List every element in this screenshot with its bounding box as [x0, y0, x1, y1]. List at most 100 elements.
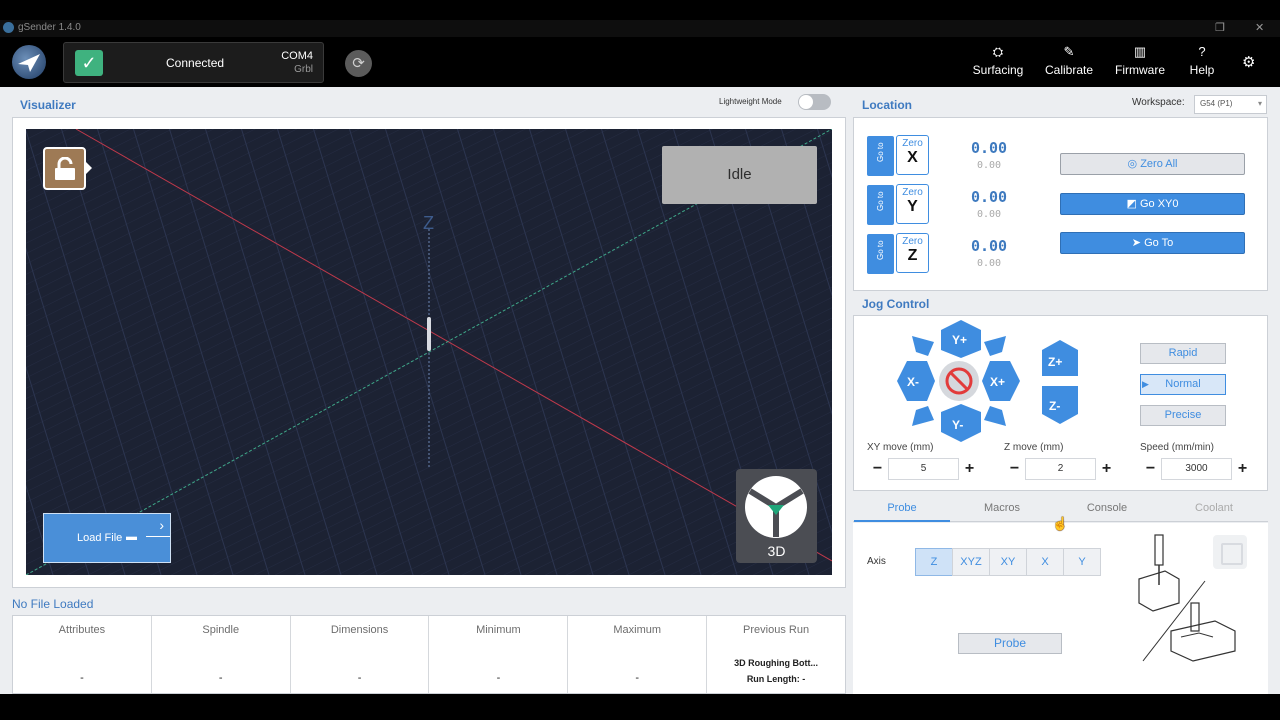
machine-state-badge: Idle [662, 146, 817, 204]
axis-letter: Y [907, 198, 918, 215]
z-machine-position: 0.00 [976, 258, 1002, 269]
nav-help-label: Help [1189, 63, 1215, 77]
visualizer-canvas[interactable]: Z Idle Load File ▬ › 3D [26, 129, 832, 575]
help-icon: ? [1198, 44, 1206, 59]
tab-macros[interactable]: Macros [954, 502, 1050, 514]
speed-increment-button[interactable]: + [1232, 458, 1253, 480]
connection-widget[interactable]: ✓ Connected COM4 Grbl [63, 42, 324, 83]
z-decrement-button[interactable]: − [1004, 458, 1025, 480]
jog-speed-precise[interactable]: Precise [1140, 405, 1226, 426]
file-col-dimensions: Dimensions - [291, 616, 430, 693]
lock-arrow-icon [86, 162, 92, 174]
settings-gear-icon[interactable]: ⚙ [1242, 53, 1255, 71]
speed-decrement-button[interactable]: − [1140, 458, 1161, 480]
location-arrow-icon: ➤ [1131, 237, 1141, 249]
goto-label: Go to [876, 191, 885, 211]
axis-letter: Z [907, 247, 918, 264]
zero-y-button[interactable]: Zero Y [896, 184, 929, 224]
file-col-value: - [357, 672, 362, 684]
view-cube-icon [745, 476, 807, 538]
file-col-header: Minimum [476, 624, 521, 636]
zero-all-button[interactable]: ◎ Zero All [1060, 153, 1245, 175]
z-move-input[interactable]: 2 [1025, 458, 1096, 480]
expand-icon[interactable] [1213, 535, 1247, 569]
chevron-right-icon[interactable]: › [159, 517, 164, 533]
tab-probe[interactable]: Probe [854, 502, 950, 514]
goto-label: Go to [876, 142, 885, 162]
connection-firmware: Grbl [294, 64, 313, 75]
probe-axis-xy[interactable]: XY [989, 548, 1027, 576]
folder-icon: ▬ [126, 531, 137, 543]
probe-button[interactable]: Probe [958, 633, 1062, 654]
workspace-value: G54 (P1) [1200, 99, 1233, 108]
view-mode-label: 3D [767, 543, 786, 559]
nav-firmware[interactable]: ▥ Firmware [1110, 45, 1170, 78]
jog-speed-rapid[interactable]: Rapid [1140, 343, 1226, 364]
chevron-down-icon: ▾ [1257, 99, 1262, 108]
jog-xplus-yminus-button[interactable] [984, 406, 1006, 426]
goto-x-button[interactable]: Go to [867, 136, 894, 176]
yminus-label: Y- [952, 418, 963, 432]
goto-y-button[interactable]: Go to [867, 185, 894, 225]
main-area: Visualizer Lightweight Mode Z Idle Load … [0, 87, 1280, 694]
go-xy0-button[interactable]: ◩ Go XY0 [1060, 193, 1245, 215]
app-header: ✓ Connected COM4 Grbl ⟳ ⛭ Surfacing ✎ Ca… [0, 37, 1280, 87]
nav-calibrate-label: Calibrate [1044, 63, 1094, 77]
file-col-header: Dimensions [330, 624, 389, 636]
close-icon[interactable]: ✕ [1255, 21, 1264, 34]
probe-axis-z[interactable]: Z [915, 548, 953, 576]
file-col-spindle: Spindle - [152, 616, 291, 693]
refresh-icon[interactable]: ⟳ [345, 50, 372, 77]
load-file-button[interactable]: Load File ▬ › [43, 513, 171, 563]
file-col-header: Spindle [202, 624, 240, 636]
jog-xminus-yplus-button[interactable] [912, 336, 934, 356]
jog-speed-normal[interactable]: ▶ Normal [1140, 374, 1226, 395]
visualizer-title: Visualizer [20, 98, 76, 112]
nav-surfacing-label: Surfacing [972, 63, 1024, 77]
xy-increment-button[interactable]: + [959, 458, 980, 480]
calibrate-icon: ✎ [1063, 44, 1075, 59]
file-col-header: Attributes [58, 624, 106, 636]
speed-stepper: − 3000 + [1140, 458, 1253, 480]
probe-axis-x[interactable]: X [1026, 548, 1064, 576]
nav-surfacing[interactable]: ⛭ Surfacing [968, 45, 1028, 78]
tab-console[interactable]: Console [1059, 502, 1155, 514]
workspace-label: Workspace: [1132, 97, 1185, 108]
window-title: gSender 1.4.0 [18, 22, 81, 33]
file-status-title: No File Loaded [12, 597, 94, 611]
jog-xplus-yplus-button[interactable] [984, 336, 1006, 356]
x-machine-position: 0.00 [976, 160, 1002, 171]
app-icon [3, 22, 14, 33]
tab-coolant[interactable]: Coolant [1166, 502, 1262, 514]
probe-axis-xyz[interactable]: XYZ [952, 548, 990, 576]
zero-x-button[interactable]: Zero X [896, 135, 929, 175]
connection-port: COM4 [281, 50, 313, 62]
lock-button[interactable] [43, 147, 86, 190]
restore-icon[interactable]: ❐ [1215, 21, 1225, 34]
z-move-stepper: − 2 + [1004, 458, 1117, 480]
file-col-previous-run: Previous Run 3D Roughing Bott... Run Len… [707, 616, 845, 693]
z-increment-button[interactable]: + [1096, 458, 1117, 480]
file-col-header: Maximum [613, 624, 662, 636]
goto-z-button[interactable]: Go to [867, 234, 894, 274]
probe-panel: Axis Z XYZ XY X Y Probe [853, 523, 1268, 694]
zero-z-button[interactable]: Zero Z [896, 233, 929, 273]
workspace-select[interactable]: G54 (P1) ▾ [1194, 95, 1267, 114]
nav-calibrate[interactable]: ✎ Calibrate [1040, 44, 1098, 78]
mouse-cursor-icon: ☝ [1052, 516, 1069, 531]
previous-run-name: 3D Roughing Bott... [734, 658, 819, 668]
view-cube-button[interactable]: 3D [736, 469, 817, 563]
jog-pad: Y+ Y- X- X+ [897, 320, 1020, 442]
z-move-label: Z move (mm) [1004, 442, 1064, 453]
xy-move-input[interactable]: 5 [888, 458, 959, 480]
lightweight-mode-toggle[interactable] [798, 94, 831, 110]
go-to-button[interactable]: ➤ Go To [1060, 232, 1245, 254]
xy-move-label: XY move (mm) [867, 442, 934, 453]
probe-axis-y[interactable]: Y [1063, 548, 1101, 576]
jog-xminus-yminus-button[interactable] [912, 406, 934, 426]
speed-input[interactable]: 3000 [1161, 458, 1232, 480]
zero-all-label: Zero All [1140, 158, 1178, 170]
active-tab-indicator [854, 520, 950, 522]
xy-decrement-button[interactable]: − [867, 458, 888, 480]
nav-help[interactable]: ? Help [1184, 44, 1220, 78]
